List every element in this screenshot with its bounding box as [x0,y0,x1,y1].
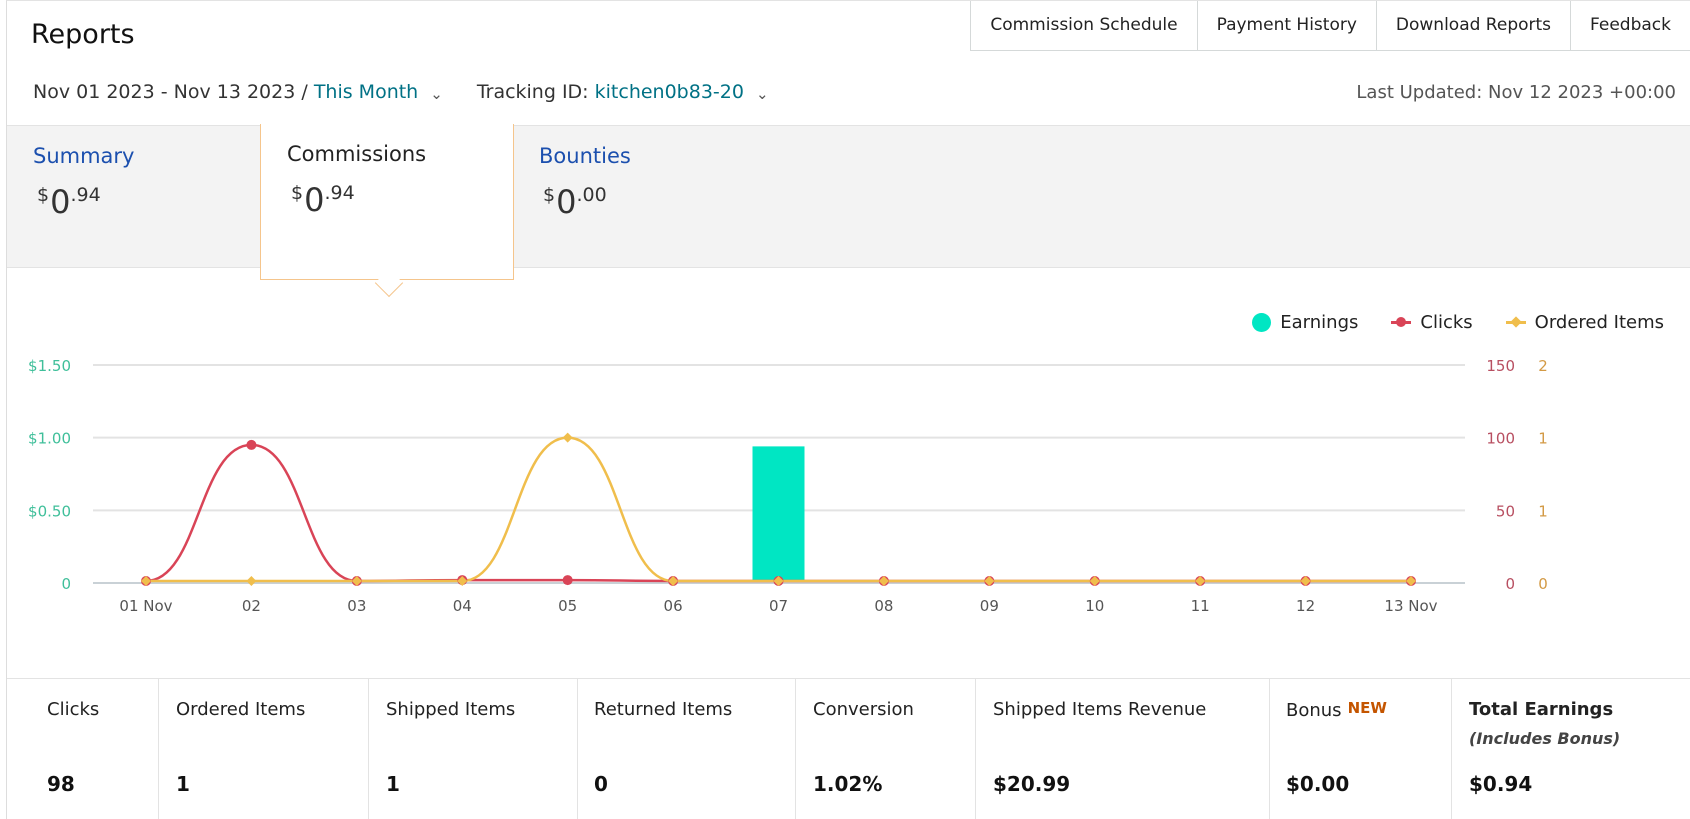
stats-bar: Clicks 98 Ordered Items 1 Shipped Items … [7,678,1690,819]
commission-schedule-button[interactable]: Commission Schedule [971,1,1198,50]
tab-bounties[interactable]: Bounties $0.00 [513,126,767,269]
stat-ordered-items: Ordered Items 1 [159,679,369,819]
legend-ordered-items-label: Ordered Items [1534,312,1664,333]
stat-value: 0 [594,772,608,796]
tab-summary[interactable]: Summary $0.94 [7,126,261,269]
earnings-tabs: Summary $0.94 Commissions $0.94 Bounties… [7,124,1690,280]
x-tick-label: 11 [1191,597,1210,615]
ordered-items-point [562,432,573,443]
tab-commissions[interactable]: Commissions $0.94 [260,124,514,280]
y-right-ordered-tick-label: 2 [1538,357,1548,375]
y-right-ordered-tick-label: 1 [1538,430,1548,448]
stat-returned-items: Returned Items 0 [578,679,796,819]
clicks-swatch [1391,317,1412,327]
tab-bounties-amount: $0.00 [543,183,607,221]
y-right-clicks-tick-label: 100 [1486,430,1515,448]
stat-bonus: Bonus NEW $0.00 [1270,679,1452,819]
chevron-down-icon: ⌄ [755,85,769,103]
y-right-clicks-tick-label: 150 [1486,357,1515,375]
top-nav: Commission Schedule Payment History Down… [970,1,1690,51]
stat-shipped-items: Shipped Items 1 [369,679,578,819]
legend-earnings-label: Earnings [1280,312,1359,333]
stat-conversion: Conversion 1.02% [796,679,976,819]
legend-earnings[interactable]: Earnings [1252,312,1358,333]
stat-label: Shipped Items Revenue [993,699,1207,720]
stat-label: Total Earnings [1469,699,1614,720]
stat-total-earnings: Total Earnings (Includes Bonus) $0.94 [1452,679,1690,819]
date-range-text: Nov 01 2023 - Nov 13 2023 / [33,81,314,103]
legend-clicks[interactable]: Clicks [1391,312,1473,333]
stat-label: Ordered Items [176,699,306,720]
y-right-clicks-tick-label: 50 [1496,502,1515,520]
clicks-point [246,439,257,450]
x-tick-label: 13 Nov [1384,597,1437,615]
x-tick-label: 05 [558,597,577,615]
stat-clicks: Clicks 98 [7,679,159,819]
x-tick-label: 12 [1296,597,1315,615]
stat-label: Shipped Items [386,699,516,720]
stat-value: $20.99 [993,772,1071,796]
download-reports-button[interactable]: Download Reports [1376,1,1572,50]
stat-value: 1 [176,772,190,796]
ordered-items-swatch [1505,316,1526,328]
ordered-items-point [246,576,257,586]
y-right-ordered-tick-label: 0 [1538,575,1548,593]
page-title: Reports [31,19,135,50]
stat-value: 1 [386,772,400,796]
y-left-tick-label: $1.00 [28,430,71,448]
tracking-id-picker[interactable]: Tracking ID: kitchen0b83-20 ⌄ [477,81,803,103]
chart-legend: Earnings Clicks Ordered Items [1219,312,1664,333]
period-link: This Month [313,81,419,103]
y-left-tick-label: $0.50 [28,502,71,520]
tab-summary-label: Summary [33,144,135,168]
x-tick-label: 08 [874,597,893,615]
tracking-id-value: kitchen0b83-20 [594,81,744,103]
stat-value: $0.94 [1469,772,1533,796]
stat-label: Conversion [813,699,914,720]
stat-sub-label: (Includes Bonus) [1469,729,1621,748]
stat-label: Bonus NEW [1286,699,1387,721]
tracking-id-label: Tracking ID: [476,81,595,103]
tab-commissions-amount: $0.94 [291,181,355,219]
x-tick-label: 10 [1085,597,1104,615]
y-right-clicks-tick-label: 0 [1505,575,1515,593]
legend-ordered-items[interactable]: Ordered Items [1505,312,1664,333]
chevron-down-icon: ⌄ [430,85,443,103]
x-tick-label: 09 [980,597,999,615]
earnings-chart: 0$0.50$1.00$1.50050100150011201 Nov 02 03 0… [28,357,1548,615]
tab-commissions-label: Commissions [287,142,427,166]
x-tick-label: 07 [769,597,788,615]
new-badge: NEW [1347,699,1387,717]
date-range-picker[interactable]: Nov 01 2023 - Nov 13 2023 / This Month ⌄ [33,81,477,103]
stat-label: Clicks [47,699,100,720]
tab-bounties-label: Bounties [539,144,631,168]
reports-page: Reports Commission Schedule Payment Hist… [6,0,1690,819]
last-updated: Last Updated: Nov 12 2023 +00:00 [1356,82,1676,103]
stat-value: 98 [47,772,75,796]
tab-summary-amount: $0.94 [37,183,101,221]
x-tick-label: 06 [664,597,683,615]
report-filters: Nov 01 2023 - Nov 13 2023 / This Month ⌄ … [33,81,803,103]
stat-shipped-items-revenue: Shipped Items Revenue $20.99 [976,679,1270,819]
earnings-swatch [1252,313,1272,332]
stat-value: 1.02% [813,772,883,796]
legend-clicks-label: Clicks [1420,312,1473,333]
y-left-tick-label: $1.50 [28,357,71,375]
y-left-tick-label: 0 [61,575,71,593]
stat-label: Returned Items [594,699,733,720]
payment-history-button[interactable]: Payment History [1197,1,1377,50]
earnings-bar [752,446,805,582]
stat-value: $0.00 [1286,772,1350,796]
x-tick-label: 02 [242,597,261,615]
x-tick-label: 04 [453,597,472,615]
clicks-point [562,575,573,586]
x-tick-label: 03 [347,597,366,615]
feedback-button[interactable]: Feedback [1571,1,1690,50]
x-tick-label: 01 Nov [119,597,172,615]
y-right-ordered-tick-label: 1 [1538,502,1548,520]
